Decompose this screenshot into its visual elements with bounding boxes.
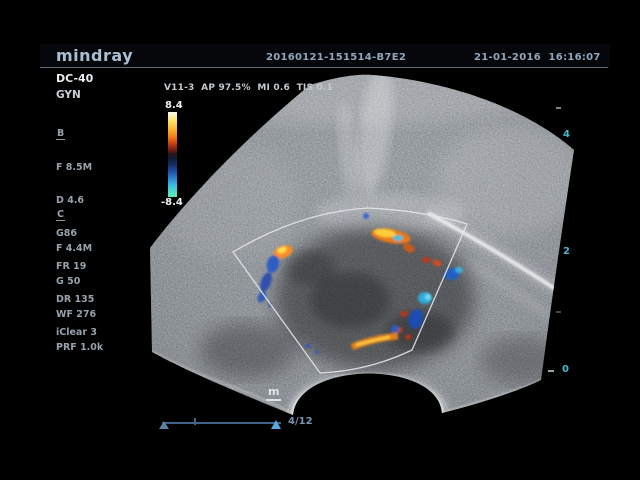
- colorbar-max-label: 8.4: [165, 100, 183, 111]
- cine-frame-counter: 4/12: [288, 416, 313, 427]
- doppler-colorbar: [168, 112, 177, 197]
- cine-bar[interactable]: [162, 422, 281, 424]
- colorbar-min-label: -8.4: [161, 197, 183, 208]
- datetime: 21-01-2016 16:16:07: [474, 52, 601, 63]
- mindray-logo: mindray: [56, 46, 133, 65]
- param-line: G 50: [56, 276, 103, 287]
- b-mode-label: B: [56, 128, 65, 140]
- depth-tick: [549, 135, 555, 137]
- exam-id: 20160121-151514-B7E2: [266, 52, 406, 63]
- date: 21-01-2016: [474, 52, 541, 63]
- cine-position-marker[interactable]: [271, 420, 281, 429]
- c-mode-params: C F 4.4M G 50 WF 276 PRF 1.0k: [56, 187, 103, 364]
- c-mode-label: C: [56, 209, 65, 221]
- depth-tick: [548, 370, 554, 372]
- probe-info: V11-3 AP 97.5% MI 0.6 TIS 0.1: [164, 83, 333, 93]
- time: 16:16:07: [549, 52, 601, 63]
- depth-label-0: 0: [562, 364, 569, 375]
- fan-sector: [140, 60, 585, 430]
- param-line: PRF 1.0k: [56, 342, 103, 353]
- depth-tick: [556, 311, 561, 313]
- param-line: F 8.5M: [56, 162, 97, 173]
- param-line: WF 276: [56, 309, 103, 320]
- depth-label-4: 4: [563, 129, 570, 140]
- header-divider: [40, 67, 608, 68]
- system-model: DC-40: [56, 72, 93, 85]
- depth-label-2: 2: [563, 246, 570, 257]
- exam-preset: GYN: [56, 89, 81, 101]
- depth-tick: [556, 192, 561, 194]
- measure-cursor-underline: [266, 399, 281, 401]
- cine-start-marker[interactable]: [159, 421, 169, 429]
- param-line: F 4.4M: [56, 243, 103, 254]
- depth-tick: [556, 107, 561, 109]
- cine-tick: [194, 418, 196, 425]
- ultrasound-screen: { "header": { "logo_text": "mindray", "e…: [0, 0, 640, 480]
- measure-cursor: m: [268, 385, 279, 398]
